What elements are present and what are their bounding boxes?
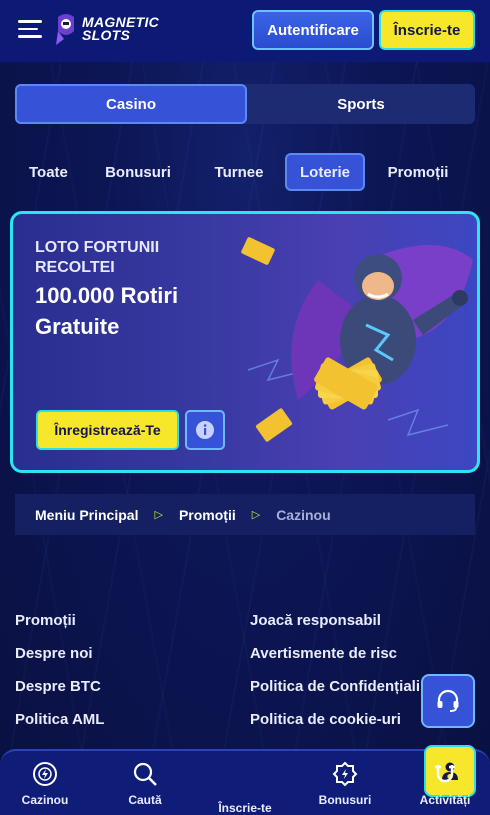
- support-chat-button[interactable]: [421, 674, 475, 728]
- tab-bonusuri[interactable]: Bonusuri: [83, 153, 193, 191]
- breadcrumb-promotii[interactable]: Promoții: [179, 507, 236, 523]
- tab-promotii[interactable]: Promoții: [365, 153, 471, 191]
- info-button[interactable]: [185, 410, 225, 450]
- footer-link-joaca-responsabil[interactable]: Joacă responsabil: [250, 612, 381, 629]
- magnet-icon: [435, 765, 455, 783]
- casino-chip-icon: [33, 762, 57, 786]
- footer-link-despre-btc[interactable]: Despre BTC: [15, 678, 101, 695]
- tab-casino[interactable]: Casino: [15, 84, 247, 124]
- breadcrumb-current: Cazinou: [276, 506, 331, 523]
- magnet-hero-logo-icon: [56, 14, 74, 45]
- promo-category-tabs: Toate Bonusuri Turnee Loterie Promoții: [15, 152, 475, 192]
- nav-inscrie-te[interactable]: Înscrie-te: [205, 745, 476, 815]
- tab-toate[interactable]: Toate: [15, 153, 83, 191]
- brand-logo[interactable]: MAGNETIC SLOTS: [54, 11, 159, 47]
- tab-sports[interactable]: Sports: [247, 84, 475, 124]
- breadcrumb-separator-icon: ▷: [251, 509, 261, 521]
- register-button[interactable]: Înregistrează-Te: [36, 410, 179, 450]
- menu-icon[interactable]: [18, 20, 42, 40]
- nav-bonusuri[interactable]: Bonusuri: [305, 761, 385, 807]
- bonus-badge-icon: [332, 761, 358, 787]
- headset-icon: [437, 689, 459, 712]
- nav-label: Cazinou: [21, 793, 69, 807]
- nav-activitati[interactable]: Activități: [405, 761, 485, 807]
- breadcrumb-separator-icon: ▷: [154, 509, 163, 521]
- footer-link-cookie[interactable]: Politica de cookie-uri: [250, 711, 401, 728]
- signup-button[interactable]: Înscrie-te: [379, 10, 475, 50]
- bottom-navigation: Cazinou Caută Înscrie-te Bonusuri Activi…: [0, 745, 490, 815]
- nav-cauta[interactable]: Caută: [105, 761, 185, 807]
- tab-turnee[interactable]: Turnee: [193, 153, 285, 191]
- superhero-illustration: [241, 237, 473, 442]
- nav-label: Bonusuri: [318, 793, 372, 807]
- banner-title: LOTO FORTUNII RECOLTEI: [35, 239, 160, 276]
- footer-link-confidentialitate[interactable]: Politica de Confidențialitate: [250, 678, 420, 695]
- footer-link-politica-aml[interactable]: Politica AML: [15, 711, 104, 728]
- lottery-promo-banner: LOTO FORTUNII RECOLTEI 100.000 Rotiri Gr…: [10, 211, 480, 473]
- search-icon: [133, 762, 157, 786]
- nav-cazinou[interactable]: Cazinou: [5, 761, 85, 807]
- product-switch: Casino Sports: [15, 84, 475, 124]
- banner-prize: 100.000 Rotiri Gratuite: [35, 283, 179, 339]
- nav-label: Activități: [419, 793, 471, 807]
- footer-link-despre-noi[interactable]: Despre noi: [15, 645, 93, 662]
- info-icon: [196, 421, 214, 439]
- tab-loterie[interactable]: Loterie: [285, 153, 365, 191]
- breadcrumb-home[interactable]: Meniu Principal: [35, 507, 138, 523]
- top-header: MAGNETIC SLOTS Autentificare Înscrie-te: [0, 0, 490, 62]
- breadcrumb: Meniu Principal ▷ Promoții ▷ Cazinou: [15, 494, 475, 535]
- footer-link-promotii[interactable]: Promoții: [15, 612, 76, 629]
- nav-label: Înscrie-te: [218, 801, 272, 815]
- nav-label: Caută: [128, 793, 162, 807]
- footer-link-avertismente[interactable]: Avertismente de risc: [250, 645, 397, 662]
- login-button[interactable]: Autentificare: [252, 10, 374, 50]
- logo-text: MAGNETIC SLOTS: [82, 14, 160, 43]
